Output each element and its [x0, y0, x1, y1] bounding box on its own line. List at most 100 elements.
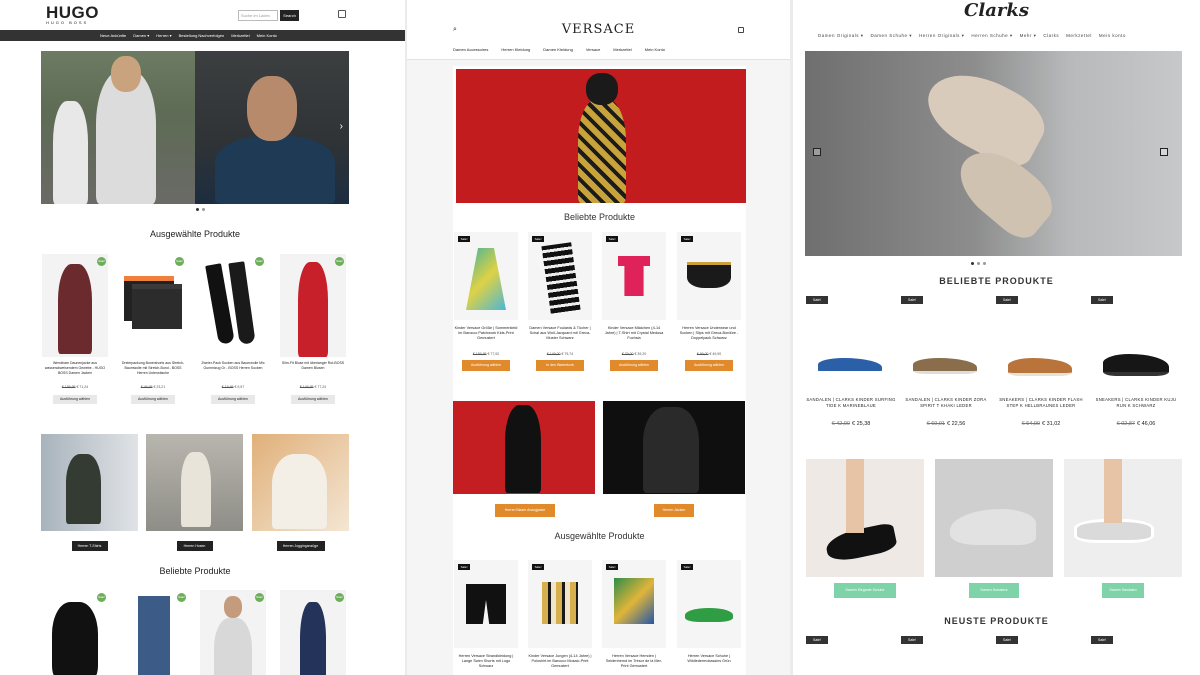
product-image[interactable]: Sale!	[200, 590, 266, 675]
product-image[interactable]: Sale!	[528, 232, 592, 320]
product-image[interactable]: Sale!	[454, 232, 518, 320]
slider-prev-icon[interactable]	[813, 148, 821, 156]
product-name[interactable]: Herren Versace Underwear und Socken | Sl…	[677, 326, 741, 352]
product-image[interactable]: Sale!	[200, 254, 266, 357]
category-banner-sneakers[interactable]	[935, 459, 1053, 577]
nav-item-damen-originals[interactable]: Damen Originals ▾	[818, 33, 864, 39]
nav-item-merkzettel[interactable]: Merkzettel	[231, 33, 249, 38]
product-image[interactable]: Sale!	[677, 232, 741, 320]
product-card[interactable]: Sale! Wendbare Daunenjacke aus wasserabw…	[42, 254, 108, 404]
nav-item-herren-kleidung[interactable]: Herren Kleidung	[501, 47, 530, 52]
search-button[interactable]: Search	[280, 10, 299, 21]
nav-item-herren-originals[interactable]: Herren Originals ▾	[919, 33, 964, 39]
product-card[interactable]: Sale! Herren Versace Schuhe | Wildlederm…	[677, 560, 741, 675]
nav-item-neue-ankuenfte[interactable]: Neue Ankünfte	[100, 33, 126, 38]
product-card[interactable]: Sale! Dreierpackung Boxershorts aus Stre…	[120, 254, 186, 404]
nav-item-clarks[interactable]: Clarks	[1043, 33, 1059, 39]
slider-next-icon[interactable]	[1160, 148, 1168, 156]
hero-slider[interactable]: ›	[41, 51, 349, 204]
add-to-cart-button[interactable]: In den Warenkorb	[536, 360, 584, 371]
cart-icon[interactable]	[338, 10, 346, 18]
choose-option-button[interactable]: Ausführung wählen	[131, 395, 175, 404]
product-image[interactable]: Sale!	[602, 560, 666, 648]
product-name[interactable]: Herren Versace Schuhe | Wildledermokassi…	[677, 654, 741, 675]
product-name[interactable]: Herren Versace Strandkleidung | Lange Sw…	[454, 654, 518, 675]
product-name[interactable]: Wendbare Daunenjacke aus wasserabweisend…	[42, 361, 108, 383]
category-image[interactable]	[41, 434, 138, 531]
choose-option-button[interactable]: Ausführung wählen	[685, 360, 733, 371]
slider-dots[interactable]	[196, 208, 205, 211]
product-card[interactable]: Sale! Damen Versace Foulards & Tücher | …	[528, 232, 592, 371]
choose-option-button[interactable]: Ausführung wählen	[53, 395, 97, 404]
logo[interactable]: VERSACE	[407, 22, 790, 37]
product-name[interactable]: Kinder Versace Mädchen (4-14 Jahre) | T-…	[602, 326, 666, 352]
choose-option-button[interactable]: Ausführung wählen	[610, 360, 658, 371]
product-card[interactable]: Sale!	[200, 590, 266, 675]
product-card[interactable]: Sale! Herren Versace Strandkleidung | La…	[454, 560, 518, 675]
product-card[interactable]: Sale!	[42, 590, 108, 675]
product-name[interactable]: SNEAKERS | CLARKS KINDER FLASH STEP K HE…	[996, 397, 1086, 417]
category-button-sandals[interactable]: Damen Sandalen	[1102, 583, 1144, 598]
product-card[interactable]: Sale! SANDALEN | CLARKS KINDER SURFING T…	[806, 296, 896, 427]
product-name[interactable]: Kinder Versace Größe | Sommerkleid im Ba…	[454, 326, 518, 352]
product-image[interactable]	[996, 308, 1086, 383]
category-banner-jacket[interactable]	[603, 401, 745, 494]
product-image[interactable]	[901, 308, 991, 383]
nav-item-herren[interactable]: Herren ▾	[156, 33, 171, 38]
category-tile[interactable]: Herren T-Shirts	[41, 434, 138, 551]
category-tile[interactable]: Herren Jogginganzüge	[252, 434, 349, 551]
nav-item-versace[interactable]: Versace	[586, 47, 600, 52]
product-card[interactable]: Sale! Zweier-Pack Socken aus Baumwolle M…	[200, 254, 266, 404]
cart-icon[interactable]	[738, 27, 744, 33]
product-image[interactable]: Sale!	[280, 590, 346, 675]
slider-next-icon[interactable]: ›	[340, 121, 343, 132]
nav-item-bestellung[interactable]: Bestellung Nachverfolgen	[179, 33, 225, 38]
product-name[interactable]: Kinder Versace Jungen (4-14 Jahre) | Pol…	[528, 654, 592, 675]
category-button[interactable]: Herren T-Shirts	[71, 541, 108, 551]
category-image[interactable]	[252, 434, 349, 531]
category-button-blazer[interactable]: Herren Blazer Anzugjacke	[495, 504, 555, 517]
product-image[interactable]: Sale!	[280, 254, 346, 357]
category-button-elegant[interactable]: Damen Elegante Schuhe	[834, 583, 896, 598]
hero-banner[interactable]	[456, 69, 746, 203]
nav-item-damen[interactable]: Damen ▾	[133, 33, 149, 38]
choose-option-button[interactable]: Ausführung wählen	[211, 395, 255, 404]
nav-item-mein-konto[interactable]: Mein Konto	[257, 33, 277, 38]
category-banner-blazer[interactable]	[453, 401, 595, 494]
search-input[interactable]: Suche im Laden	[238, 10, 278, 21]
product-name[interactable]: Herren Versace Hemden | Seidenhemd im Tr…	[602, 654, 666, 675]
nav-item-mein-konto[interactable]: Mein Konto	[645, 47, 665, 52]
product-name[interactable]: Zweier-Pack Socken aus Baumwolle Mix Gum…	[200, 361, 266, 383]
product-name[interactable]: SANDALEN | CLARKS KINDER ZORA SPIRIT T K…	[901, 397, 991, 417]
logo[interactable]: HUGO HUGO BOSS	[46, 4, 99, 25]
product-name[interactable]: SNEAKERS | CLARKS KINDER KUJU RUN K SCHW…	[1091, 397, 1181, 417]
nav-item-damen-kleidung[interactable]: Damen Kleidung	[543, 47, 573, 52]
product-card[interactable]: Sale!	[280, 590, 346, 675]
category-button[interactable]: Herren Hosen	[176, 541, 213, 551]
hero-slider[interactable]	[805, 51, 1182, 256]
category-image[interactable]	[146, 434, 243, 531]
product-card[interactable]: Sale! Herren Versace Underwear und Socke…	[677, 232, 741, 371]
product-image[interactable]: Sale!	[42, 254, 108, 357]
product-card[interactable]: Sale! SNEAKERS | CLARKS KINDER FLASH STE…	[996, 296, 1086, 427]
category-tile[interactable]: Herren Hosen	[146, 434, 243, 551]
category-banner-elegant[interactable]	[806, 459, 924, 577]
product-card[interactable]: Sale!	[122, 590, 188, 675]
category-button[interactable]: Herren Jogginganzüge	[276, 541, 325, 551]
product-image[interactable]: Sale!	[122, 590, 188, 675]
product-card[interactable]: Sale! Kinder Versace Mädchen (4-14 Jahre…	[602, 232, 666, 371]
product-image[interactable]	[806, 308, 896, 383]
product-name[interactable]: Damen Versace Foulards & Tücher | Schal …	[528, 326, 592, 352]
product-image[interactable]: Sale!	[454, 560, 518, 648]
slider-dots[interactable]	[971, 262, 986, 265]
logo[interactable]: Clarks	[793, 0, 1200, 21]
nav-item-damen-accessoires[interactable]: Damen Accessoires	[453, 47, 488, 52]
product-image[interactable]: Sale!	[677, 560, 741, 648]
product-image[interactable]: Sale!	[42, 590, 108, 675]
nav-item-herren-schuhe[interactable]: Herren Schuhe ▾	[971, 33, 1012, 39]
product-card[interactable]: Sale! Kinder Versace Jungen (4-14 Jahre)…	[528, 560, 592, 675]
product-name[interactable]: Slim-Fit Bluse mit überlanger Rot-BOSS D…	[280, 361, 346, 383]
product-card[interactable]: Sale! Herren Versace Hemden | Seidenhemd…	[602, 560, 666, 675]
nav-item-merkzettel[interactable]: Merkzettel	[613, 47, 631, 52]
choose-option-button[interactable]: Ausführung wählen	[462, 360, 510, 371]
